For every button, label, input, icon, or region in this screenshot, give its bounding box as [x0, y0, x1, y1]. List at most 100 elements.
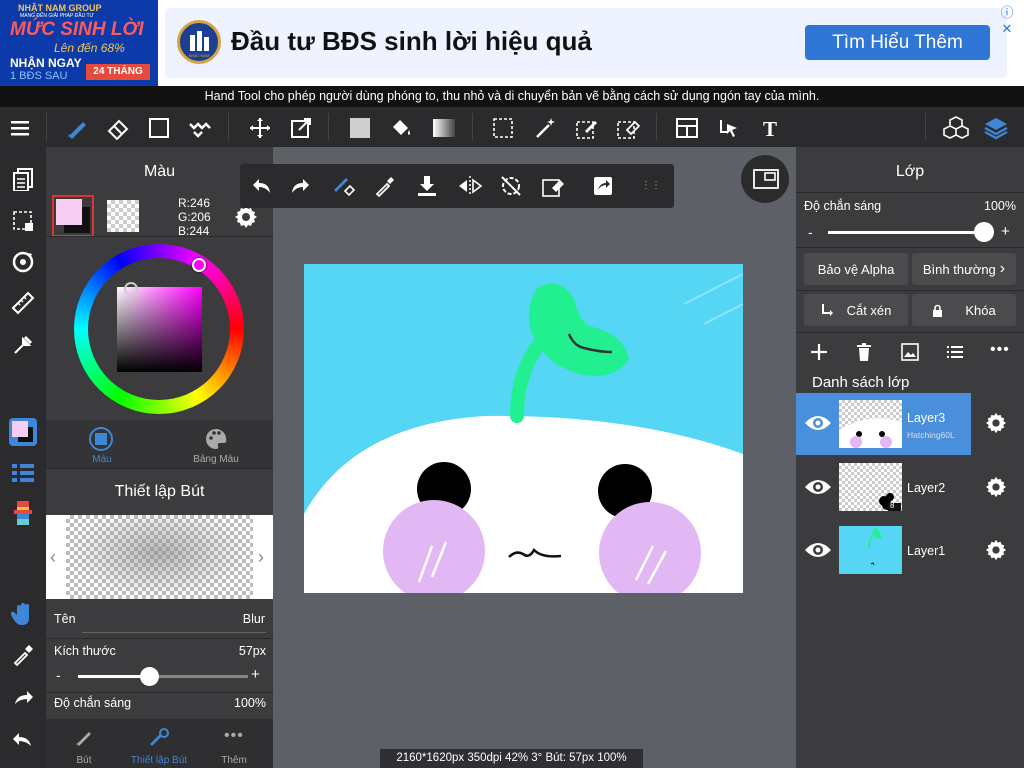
reset-rotation-icon[interactable]	[498, 173, 524, 199]
magic-wand-icon[interactable]	[533, 115, 559, 141]
alpha-protect-button[interactable]: Bảo vệ Alpha	[804, 253, 908, 285]
color-tab-label[interactable]: Màu	[76, 454, 128, 465]
redo-icon[interactable]	[288, 173, 314, 199]
hue-handle[interactable]	[192, 258, 206, 272]
ad-info-icon[interactable]: ⓘ ✕	[995, 2, 1019, 36]
filter-tool-icon[interactable]	[187, 115, 213, 141]
layer-opacity-handle[interactable]	[974, 222, 994, 242]
flip-horizontal-icon[interactable]	[457, 173, 483, 199]
ad-image[interactable]: NHẬT NAM GROUP MANG ĐẾN GIẢI PHÁP ĐẦU TƯ…	[0, 0, 158, 86]
sv-handle[interactable]	[124, 282, 138, 296]
select-eraser-icon[interactable]	[615, 115, 641, 141]
color-palette-strip-icon[interactable]	[9, 499, 37, 527]
undo-icon[interactable]	[248, 173, 274, 199]
rotate-canvas-icon[interactable]	[9, 248, 37, 276]
share-icon[interactable]	[590, 173, 616, 199]
clear-layer-icon[interactable]	[540, 173, 566, 199]
select-layer-icon[interactable]	[716, 115, 742, 141]
brush-tab-icon[interactable]	[74, 727, 94, 747]
blend-mode-button[interactable]: Bình thường ›	[912, 253, 1016, 285]
gradient-tool-icon[interactable]	[431, 115, 457, 141]
brush-next-arrow-icon[interactable]: ›	[258, 547, 264, 568]
layer-settings-icon[interactable]	[985, 476, 1007, 498]
move-tool-icon[interactable]	[247, 115, 273, 141]
layer-opacity-slider[interactable]	[828, 231, 984, 234]
more-tab-icon[interactable]: •••	[224, 727, 244, 745]
snap-icon[interactable]	[9, 331, 37, 359]
brush-name-value[interactable]: Blur	[226, 612, 265, 626]
text-tool-icon[interactable]: T	[757, 115, 783, 141]
layer-name: Layer3	[907, 411, 946, 425]
brush-settings-tab-icon[interactable]	[148, 727, 170, 747]
layer-list-icon[interactable]	[947, 345, 963, 359]
clipping-label: Cắt xén	[846, 302, 892, 318]
drag-handle-icon[interactable]: ⋮⋮	[638, 173, 664, 199]
layer-settings-icon[interactable]	[985, 539, 1007, 561]
select-marquee-icon[interactable]	[490, 115, 516, 141]
ad-banner[interactable]: NHẬT NAM GROUP MANG ĐẾN GIẢI PHÁP ĐẦU TƯ…	[0, 0, 1024, 86]
select-pen-icon[interactable]	[574, 115, 600, 141]
color-swatch-icon[interactable]	[8, 417, 38, 447]
color-tab-icon[interactable]	[89, 427, 113, 451]
palette-tab-icon[interactable]	[204, 427, 228, 451]
brush-settings-tab-label[interactable]: Thiết lập Bút	[124, 755, 194, 766]
pages-icon[interactable]	[9, 165, 37, 193]
eye-icon[interactable]	[804, 540, 832, 560]
layer-opacity-minus[interactable]: -	[808, 224, 813, 240]
eraser-tool-icon[interactable]	[105, 115, 131, 141]
eyedropper-quick-icon[interactable]	[372, 173, 398, 199]
drawing-canvas[interactable]	[304, 264, 743, 593]
ad-brand: NHẬT NAM GROUP	[18, 3, 102, 13]
add-layer-icon[interactable]	[810, 343, 828, 361]
fill-color-icon[interactable]	[347, 115, 373, 141]
layers-toggle-icon[interactable]	[983, 115, 1009, 141]
frame-divider-icon[interactable]	[674, 115, 700, 141]
layer-opacity-plus[interactable]: +	[1001, 223, 1010, 240]
bucket-tool-icon[interactable]	[388, 115, 414, 141]
menu-icon[interactable]	[8, 115, 34, 141]
color-settings-icon[interactable]	[234, 205, 258, 229]
redo-side-icon[interactable]	[9, 683, 37, 711]
color-brush-panel: Màu R:246 G:206 B:244 Màu Bảng Màu Thiết…	[46, 147, 273, 768]
brush-list-icon[interactable]	[9, 459, 37, 487]
clipping-button[interactable]: Cắt xén	[804, 294, 908, 326]
brush-tool-icon[interactable]	[64, 115, 90, 141]
selection-icon[interactable]	[9, 207, 37, 235]
transform-tool-icon[interactable]	[288, 115, 314, 141]
layer-settings-icon[interactable]	[985, 412, 1007, 434]
select-rect-tool-icon[interactable]	[146, 115, 172, 141]
materials-icon[interactable]	[943, 115, 969, 141]
saturation-value-square[interactable]	[117, 287, 202, 372]
more-tab-label[interactable]: Thêm	[214, 755, 254, 766]
brush-size-minus[interactable]: -	[56, 667, 61, 683]
palette-tab-label[interactable]: Bảng Màu	[186, 454, 246, 465]
eyedropper-icon[interactable]	[9, 641, 37, 669]
ruler-icon[interactable]	[9, 289, 37, 317]
brush-tab-label[interactable]: Bút	[64, 755, 104, 766]
layer-more-icon[interactable]: •••	[990, 341, 1010, 359]
color-panel-title: Màu	[143, 163, 176, 180]
ad-offer-sub: 1 BĐS SAU	[10, 70, 68, 82]
layer-row[interactable]: Layer3 Hatching60L	[796, 393, 1024, 455]
hand-tool-icon[interactable]	[9, 600, 37, 628]
main-color-swatch[interactable]	[52, 195, 94, 237]
brush-prev-arrow-icon[interactable]: ‹	[50, 547, 56, 568]
undo-side-icon[interactable]	[9, 725, 37, 753]
brush-size-handle[interactable]	[140, 667, 160, 686]
sub-color-swatch[interactable]	[107, 200, 139, 232]
layer-row[interactable]: Layer1	[796, 520, 1024, 582]
ad-cta-button[interactable]: Tìm Hiểu Thêm	[805, 25, 990, 60]
view-toggle-button[interactable]	[741, 155, 789, 203]
eye-icon[interactable]	[804, 413, 832, 433]
delete-layer-icon[interactable]	[856, 343, 872, 361]
brush-eraser-toggle-icon[interactable]	[331, 173, 357, 199]
brush-size-plus[interactable]: +	[251, 666, 260, 683]
layer-badge: 8	[890, 501, 895, 510]
ad-content[interactable]: NHẬT NAM Đầu tư BĐS sinh lời hiệu quả Tì…	[165, 8, 1007, 78]
layer-image-icon[interactable]	[901, 343, 919, 361]
layer-row[interactable]: 8 Layer2	[796, 457, 1024, 519]
lock-button[interactable]: Khóa	[912, 294, 1016, 326]
save-download-icon[interactable]	[414, 173, 440, 199]
brush-size-slider[interactable]	[78, 675, 248, 678]
eye-icon[interactable]	[804, 477, 832, 497]
